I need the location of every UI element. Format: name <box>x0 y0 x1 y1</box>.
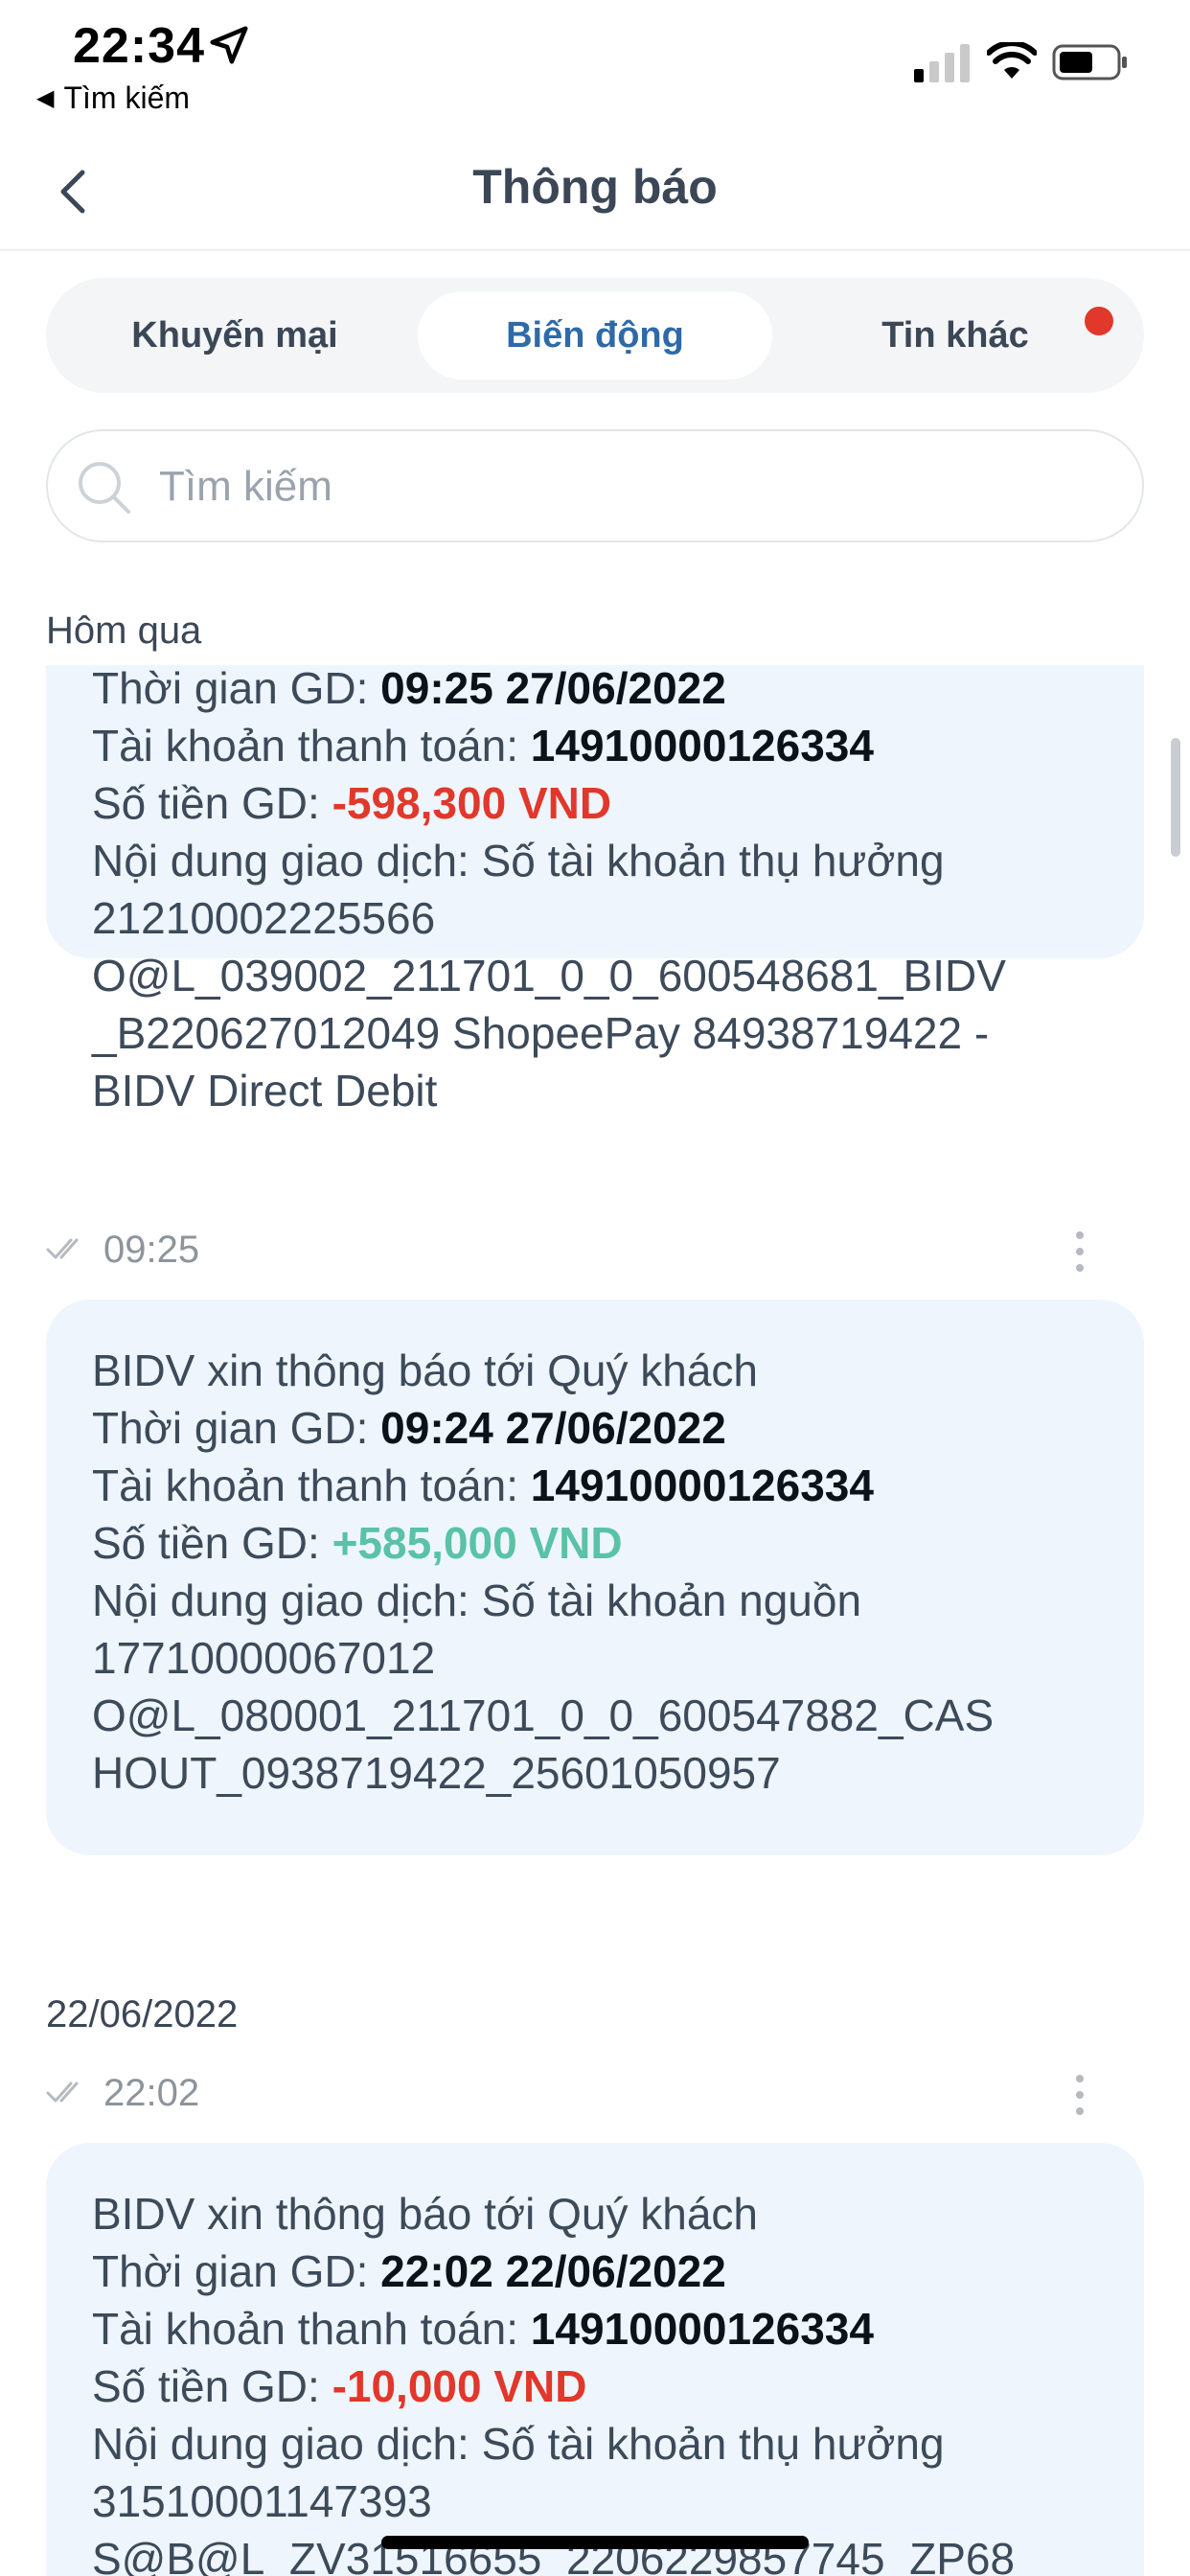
location-arrow-icon <box>210 26 248 64</box>
page-title: Thông báo <box>472 160 718 214</box>
back-app-label: Tìm kiếm <box>63 80 191 115</box>
tab-balance-changes[interactable]: Biến động <box>418 291 772 380</box>
date-header: 22/06/2022 <box>46 1993 239 2036</box>
double-check-icon <box>46 2082 79 2103</box>
transaction-content-line: HOUT_0938719422_25601050957 <box>92 1748 781 1798</box>
message-time: 22:02 <box>103 2072 200 2114</box>
more-options-icon[interactable] <box>1073 2072 1087 2118</box>
transaction-time-line: Thời gian GD: 09:24 27/06/2022 <box>92 1403 726 1453</box>
transaction-content-label: Nội dung giao dịch: Số tài khoản nguồn <box>92 1576 862 1625</box>
transaction-amount-line: Số tiền GD: -598,300 VND <box>92 778 612 828</box>
transaction-account-line: Tài khoản thanh toán: 14910000126334 <box>92 2304 874 2354</box>
message-time: 09:25 <box>103 1229 200 1271</box>
search-bar <box>46 429 1144 542</box>
transaction-card[interactable]: BIDV xin thông báo tới Quý khách Thời gi… <box>46 2143 1144 2576</box>
transaction-content-line: BIDV Direct Debit <box>92 1066 438 1116</box>
tab-label: Khuyến mại <box>131 314 338 356</box>
transaction-account-line: Tài khoản thanh toán: 14910000126334 <box>92 721 874 770</box>
home-indicator[interactable] <box>381 2536 809 2549</box>
transaction-content-label: Nội dung giao dịch: Số tài khoản thụ hưở… <box>92 836 945 886</box>
transaction-content-line: O@L_080001_211701_0_0_600547882_CAS <box>92 1690 995 1740</box>
unread-badge <box>1085 307 1113 335</box>
transaction-content-line: 21210002225566 <box>92 893 436 943</box>
transaction-account-line: Tài khoản thanh toán: 14910000126334 <box>92 1460 874 1510</box>
transaction-content-line: 31510001147393 <box>92 2476 432 2526</box>
wifi-icon <box>987 42 1037 79</box>
tab-other-news[interactable]: Tin khác <box>778 291 1133 380</box>
transaction-card[interactable]: Thời gian GD: 09:25 27/06/2022 Tài khoản… <box>46 663 1144 1116</box>
status-time: 22:34 <box>73 18 205 74</box>
transaction-content-label: Nội dung giao dịch: Số tài khoản thụ hưở… <box>92 2419 945 2469</box>
transaction-time-line: Thời gian GD: 09:25 27/06/2022 <box>92 663 726 713</box>
transaction-card[interactable]: BIDV xin thông báo tới Quý khách Thời gi… <box>46 1300 1144 1855</box>
transaction-amount-line: Số tiền GD: +585,000 VND <box>92 1518 623 1568</box>
transaction-time-line: Thời gian GD: 22:02 22/06/2022 <box>92 2246 726 2296</box>
notification-tabs: Khuyến mại Biến động Tin khác <box>46 278 1144 393</box>
double-check-icon <box>46 1238 79 1259</box>
date-header: Hôm qua <box>46 610 202 652</box>
transaction-amount-line: Số tiền GD: -10,000 VND <box>92 2361 587 2411</box>
search-input[interactable] <box>159 452 1098 521</box>
transaction-greeting: BIDV xin thông báo tới Quý khách <box>92 2189 758 2239</box>
tab-promotions[interactable]: Khuyến mại <box>57 291 412 380</box>
notification-feed[interactable]: Hôm qua Thời gian GD: 09:25 27/06/2022 T… <box>0 575 1190 2576</box>
transaction-content-line: O@L_039002_211701_0_0_600548681_BIDV <box>92 951 1006 1000</box>
back-to-app-link[interactable]: ◀ Tìm kiếm <box>36 80 190 116</box>
scrollbar[interactable] <box>1171 738 1180 857</box>
status-bar: 22:34 ◀ Tìm kiếm <box>0 0 1190 125</box>
cellular-signal-icon <box>914 44 970 82</box>
message-meta-row: 09:25 <box>46 1223 1144 1280</box>
transaction-content-line: 17710000067012 <box>92 1633 436 1683</box>
transaction-content-line: _B220627012049 ShopeePay 84938719422 - <box>92 1008 990 1058</box>
message-meta-row: 22:02 <box>46 2066 1144 2124</box>
transaction-greeting: BIDV xin thông báo tới Quý khách <box>92 1346 758 1395</box>
more-options-icon[interactable] <box>1073 1229 1087 1275</box>
top-navigation-bar: Thông báo <box>0 144 1190 251</box>
search-icon <box>79 462 130 514</box>
back-triangle-icon: ◀ <box>36 85 55 111</box>
tab-label: Tin khác <box>881 314 1029 356</box>
tab-label: Biến động <box>506 314 684 356</box>
battery-icon <box>1052 44 1127 80</box>
